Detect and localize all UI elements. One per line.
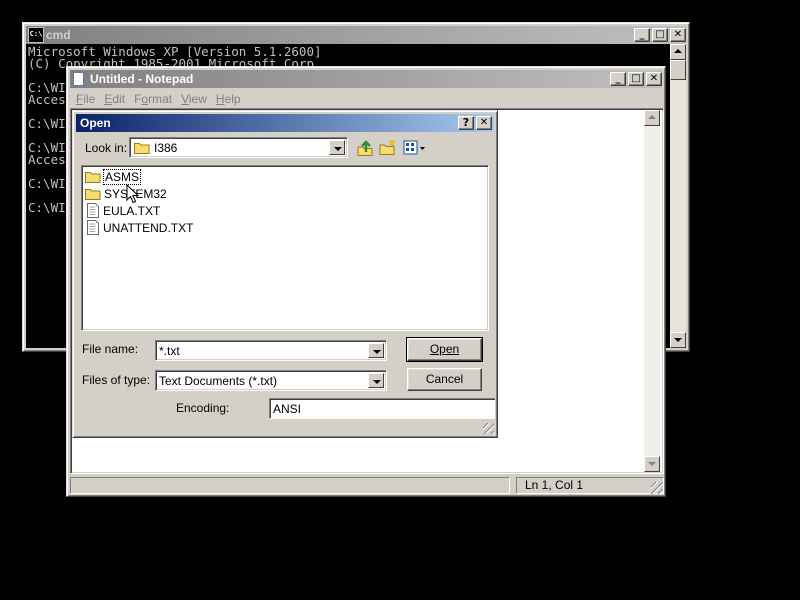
cmd-minimize-button[interactable]: _ (634, 28, 650, 42)
cmd-title: cmd (46, 28, 71, 42)
cmd-scroll-up-button[interactable] (670, 44, 686, 60)
notepad-menubar: File Edit Format View Help (76, 92, 250, 106)
files-of-type-value: Text Documents (*.txt) (159, 374, 278, 388)
cmd-titlebar[interactable]: C:\ cmd _ □ ✕ (26, 26, 686, 44)
cmd-close-button[interactable]: ✕ (670, 28, 686, 42)
menu-view-rest: iew (188, 92, 207, 106)
dialog-resize-grip-icon[interactable] (483, 423, 494, 434)
menu-help-rest: elp (224, 92, 241, 106)
menu-help[interactable]: Help (216, 92, 241, 106)
list-item-unattend[interactable]: UNATTEND.TXT (85, 220, 193, 236)
text-file-icon (87, 220, 99, 235)
file-name-dropdown-arrow[interactable] (368, 343, 384, 358)
menu-edit[interactable]: Edit (104, 92, 125, 106)
file-name-combobox[interactable]: *.txt (155, 340, 387, 361)
look-in-combobox[interactable]: I386 (129, 137, 348, 158)
view-menu-icon[interactable] (403, 140, 427, 156)
look-in-value: I386 (154, 141, 178, 155)
status-pane-left (70, 477, 510, 494)
open-dialog[interactable]: Open ? ✕ Look in: I386 ASMS SYSTEM32 (72, 110, 498, 438)
mouse-cursor-icon (126, 183, 140, 207)
status-pane-position: Ln 1, Col 1 (516, 477, 664, 494)
menu-view[interactable]: View (181, 92, 207, 106)
files-of-type-dropdown-arrow[interactable] (368, 373, 384, 388)
cmd-scroll-down-button[interactable] (670, 332, 686, 348)
notepad-close-button[interactable]: ✕ (646, 72, 662, 86)
open-dialog-titlebar[interactable]: Open ? ✕ (76, 114, 494, 132)
files-of-type-label: Files of type: (82, 373, 151, 387)
list-item-eula[interactable]: EULA.TXT (85, 203, 160, 219)
menu-format[interactable]: Format (134, 92, 172, 106)
status-line-col: Ln 1, Col 1 (525, 478, 584, 492)
notepad-minimize-button[interactable]: _ (610, 72, 626, 86)
menu-format-rest: rmat (148, 92, 173, 106)
up-one-level-icon[interactable] (356, 139, 374, 157)
look-in-folder-icon (134, 141, 150, 154)
open-dialog-close-button[interactable]: ✕ (476, 116, 492, 130)
menu-file[interactable]: File (76, 92, 95, 106)
file-list[interactable]: ASMS SYSTEM32 EULA.TXT UNATTEND.TXT (81, 165, 489, 331)
cmd-maximize-button[interactable]: □ (652, 28, 668, 42)
files-of-type-combobox[interactable]: Text Documents (*.txt) (155, 370, 387, 391)
text-file-icon (87, 203, 99, 218)
new-folder-icon[interactable] (379, 139, 397, 157)
folder-icon (85, 170, 101, 183)
help-button[interactable]: ? (458, 116, 474, 130)
folder-icon (85, 187, 101, 200)
encoding-label: Encoding: (176, 401, 230, 415)
notepad-scrollbar[interactable] (644, 110, 660, 472)
notepad-statusbar: Ln 1, Col 1 (70, 476, 664, 495)
menu-file-rest: ile (83, 92, 96, 106)
file-name-value[interactable]: *.txt (159, 344, 180, 358)
file-name-label: File name: (82, 342, 139, 356)
notepad-scroll-up-button[interactable] (644, 110, 660, 126)
cancel-button[interactable]: Cancel (407, 368, 482, 391)
open-button-label: Open (429, 342, 460, 356)
look-in-dropdown-arrow[interactable] (329, 140, 345, 155)
open-button[interactable]: Open (406, 337, 483, 362)
cmd-scrollbar[interactable] (670, 44, 686, 348)
list-item-asms[interactable]: ASMS (85, 169, 142, 185)
menu-edit-rest: dit (112, 92, 126, 106)
cmd-icon: C:\ (28, 27, 44, 43)
help-button-label: ? (462, 116, 470, 129)
notepad-scroll-down-button[interactable] (644, 456, 660, 472)
notepad-icon (73, 72, 84, 86)
resize-grip-icon[interactable] (651, 482, 663, 494)
notepad-titlebar[interactable]: Untitled - Notepad _ □ ✕ (70, 70, 662, 88)
list-item-label: UNATTEND.TXT (103, 221, 194, 235)
cmd-scroll-thumb[interactable] (670, 60, 686, 80)
encoding-value: ANSI (273, 402, 302, 416)
list-item-label: ASMS (102, 169, 142, 185)
open-dialog-title: Open (80, 116, 111, 130)
notepad-title: Untitled - Notepad (90, 72, 194, 86)
look-in-label: Look in: (85, 141, 128, 155)
cancel-button-label: Cancel (425, 372, 464, 386)
notepad-maximize-button[interactable]: □ (628, 72, 644, 86)
encoding-combobox[interactable]: ANSI (269, 398, 495, 419)
